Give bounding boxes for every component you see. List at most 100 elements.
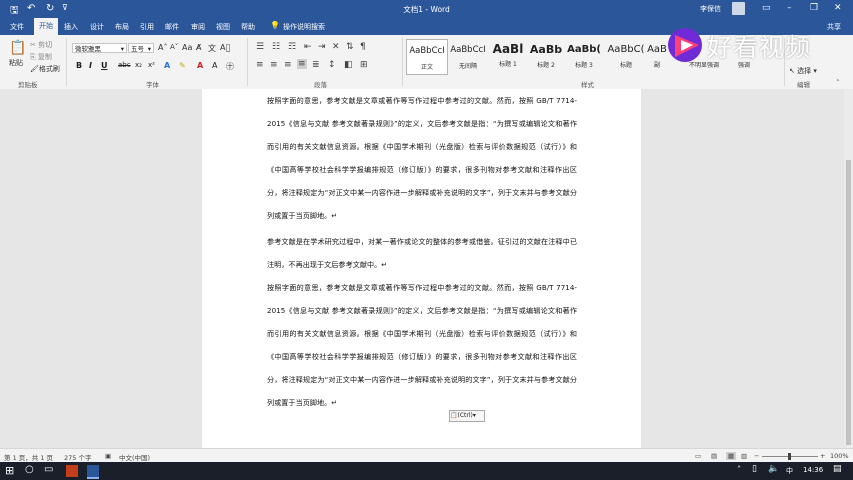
zoom-level[interactable]: 100%: [830, 452, 849, 460]
scroll-thumb[interactable]: [846, 160, 851, 445]
minimize-icon[interactable]: –: [787, 3, 792, 13]
justify-icon[interactable]: ≡: [297, 59, 307, 69]
windows-start-icon[interactable]: ⊞: [5, 464, 14, 477]
language-indicator[interactable]: 中文(中国): [119, 452, 150, 462]
focus-mode-icon[interactable]: ▭: [695, 452, 701, 460]
distributed-icon[interactable]: ≣: [312, 60, 320, 70]
style-no-spacing[interactable]: AaBbCcI 无间隔: [448, 39, 488, 73]
group-divider: [247, 38, 248, 86]
tab-layout[interactable]: 布局: [115, 22, 129, 32]
tray-up-icon[interactable]: ˄: [737, 465, 741, 474]
shrink-font-icon[interactable]: A˅: [170, 43, 178, 51]
document-paragraph[interactable]: 按照字面的意思，参考文献是文章或著作等写作过程中参考过的文献。然而，按照 GB/…: [267, 276, 577, 414]
multilevel-list-icon[interactable]: ☶: [288, 42, 296, 52]
scissors-icon: ✂: [30, 41, 36, 49]
character-border-icon[interactable]: A⃞: [220, 43, 230, 52]
font-size-combo[interactable]: 五号 ▾: [128, 43, 154, 53]
paste-button[interactable]: 粘贴: [9, 58, 23, 68]
document-paragraph[interactable]: 按照字面的意思，参考文献是文章或著作等写作过程中参考过的文献。然而，按照 GB/…: [267, 89, 577, 227]
chinese-layout-icon[interactable]: ✕: [332, 42, 340, 52]
zoom-slider-thumb[interactable]: [788, 453, 791, 460]
search-icon[interactable]: ○: [25, 464, 34, 475]
character-shading-icon[interactable]: A: [212, 61, 217, 70]
style-heading-3[interactable]: AaBb(标题 3: [564, 39, 604, 73]
tab-help[interactable]: 帮助: [241, 22, 255, 32]
clock[interactable]: 14:36: [803, 466, 823, 474]
style-normal[interactable]: AaBbCcI 正文: [406, 39, 448, 75]
paste-options-button[interactable]: 📋(Ctrl)▾: [449, 410, 485, 422]
document-paragraph[interactable]: 参考文献是在学术研究过程中，对某一著作或论文的整体的参考或借鉴。征引过的文献在注…: [267, 230, 577, 276]
title-bar: 🖫 ↶ ↻ ⊽ 文档1 - Word 李保信 ▭ – ❐ ✕: [0, 0, 853, 18]
powerpoint-icon[interactable]: [66, 465, 78, 477]
tab-insert[interactable]: 插入: [64, 22, 78, 32]
shading-icon[interactable]: ◧: [344, 60, 353, 70]
chevron-down-icon: ▾: [147, 45, 151, 53]
sort-icon[interactable]: ⇅: [346, 42, 354, 52]
align-left-icon[interactable]: ≡: [256, 60, 264, 70]
style-title[interactable]: AaBbC(标题: [606, 39, 646, 73]
copy-button[interactable]: ⎘ 复制: [30, 52, 52, 62]
bullets-icon[interactable]: ☰: [256, 42, 264, 52]
bold-button[interactable]: B: [76, 61, 82, 70]
decrease-indent-icon[interactable]: ⇤: [304, 42, 312, 52]
tab-review[interactable]: 审阅: [191, 22, 205, 32]
highlight-icon[interactable]: ✎: [179, 61, 186, 70]
copy-icon: ⎘: [30, 53, 36, 61]
increase-indent-icon[interactable]: ⇥: [318, 42, 326, 52]
print-layout-icon[interactable]: ▦: [726, 452, 737, 460]
change-case-icon[interactable]: Aa: [182, 43, 192, 52]
cut-button[interactable]: ✂ 剪切: [30, 40, 52, 50]
format-painter-button[interactable]: 🖌格式刷: [30, 64, 60, 74]
proofing-icon[interactable]: ▣: [105, 452, 111, 460]
close-icon[interactable]: ✕: [834, 3, 842, 13]
window-title: 文档1 - Word: [403, 5, 450, 14]
subscript-button[interactable]: x₂: [135, 61, 142, 69]
ribbon-display-options-icon[interactable]: ▭: [762, 3, 771, 13]
borders-icon[interactable]: ⊞: [360, 60, 368, 70]
strikethrough-button[interactable]: abc: [118, 61, 131, 69]
tell-me-search[interactable]: 操作说明搜索: [283, 22, 325, 32]
page-count[interactable]: 第 1 页，共 1 页: [4, 452, 53, 462]
paste-icon[interactable]: 📋: [9, 40, 26, 56]
collapse-ribbon-icon[interactable]: ˄: [836, 79, 840, 87]
font-name-combo[interactable]: 微软雅黑 ▾: [72, 43, 127, 53]
avatar[interactable]: [732, 2, 745, 15]
enclose-characters-icon[interactable]: ㊉: [226, 61, 234, 72]
align-center-icon[interactable]: ≡: [270, 60, 278, 70]
tab-mailings[interactable]: 邮件: [165, 22, 179, 32]
line-spacing-icon[interactable]: ↕: [328, 60, 336, 70]
zoom-out-icon[interactable]: −: [754, 452, 759, 460]
underline-button[interactable]: U: [101, 61, 108, 70]
task-view-icon[interactable]: ▭: [44, 464, 53, 475]
align-right-icon[interactable]: ≡: [284, 60, 292, 70]
ime-indicator[interactable]: 中: [786, 466, 793, 476]
word-icon[interactable]: [87, 465, 99, 479]
tab-references[interactable]: 引用: [140, 22, 154, 32]
read-mode-icon[interactable]: ▤: [711, 452, 717, 460]
editing-group-label: 编辑: [797, 81, 810, 89]
tab-file[interactable]: 文件: [10, 22, 24, 32]
word-count[interactable]: 275 个字: [64, 452, 91, 462]
notifications-icon[interactable]: ▤: [833, 464, 842, 474]
font-group-label: 字体: [146, 81, 159, 89]
user-name[interactable]: 李保信: [700, 4, 721, 14]
maximize-icon[interactable]: ❐: [810, 3, 818, 13]
grow-font-icon[interactable]: A˄: [158, 43, 167, 52]
style-heading-1[interactable]: AaBl 标题 1: [488, 39, 528, 73]
tab-view[interactable]: 视图: [216, 22, 230, 32]
tab-home[interactable]: 开始: [34, 18, 58, 35]
style-heading-2[interactable]: AaBb 标题 2: [526, 39, 566, 73]
show-marks-icon[interactable]: ¶: [360, 42, 366, 52]
font-color-icon[interactable]: A: [197, 61, 203, 70]
volume-icon[interactable]: 🔈: [768, 464, 779, 474]
zoom-in-icon[interactable]: +: [820, 452, 825, 460]
network-icon[interactable]: ▯: [752, 464, 757, 474]
text-effects-icon[interactable]: A: [164, 61, 170, 70]
superscript-button[interactable]: x²: [148, 61, 155, 69]
numbering-icon[interactable]: ☷: [272, 42, 280, 52]
phonetic-guide-icon[interactable]: 文: [208, 43, 216, 54]
clear-formatting-icon[interactable]: A̸: [196, 43, 201, 52]
web-layout-icon[interactable]: ▥: [741, 452, 747, 460]
italic-button[interactable]: I: [89, 61, 92, 70]
tab-design[interactable]: 设计: [90, 22, 104, 32]
